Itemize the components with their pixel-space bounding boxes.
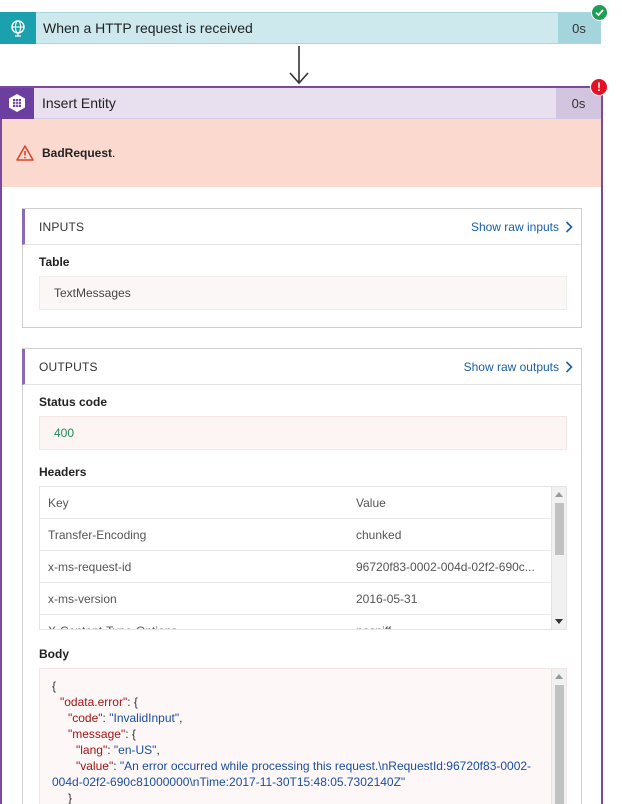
json-line: "message": { bbox=[68, 727, 136, 741]
headers-label: Headers bbox=[39, 465, 87, 479]
insert-entity-card: Insert Entity 0s BadRequest. INPUTS Show… bbox=[0, 86, 603, 804]
json-line: "code": "InvalidInput", bbox=[68, 711, 183, 725]
error-banner: BadRequest. bbox=[2, 119, 601, 187]
table-row: x-ms-version 2016-05-31 bbox=[40, 583, 552, 615]
header-value: 2016-05-31 bbox=[356, 591, 418, 606]
key-column-header: Key bbox=[48, 495, 69, 510]
scroll-up-icon[interactable] bbox=[555, 674, 563, 679]
show-raw-outputs-label: Show raw outputs bbox=[463, 359, 559, 374]
error-message: BadRequest bbox=[42, 146, 113, 160]
chevron-right-icon bbox=[565, 360, 573, 373]
table-label: Table bbox=[39, 255, 70, 269]
header-key: X-Content-Type-Options bbox=[40, 624, 356, 630]
table-row: Transfer-Encoding chunked bbox=[40, 519, 552, 551]
error-suffix: . bbox=[112, 146, 116, 160]
body-json: { "odata.error": { "code": "InvalidInput… bbox=[39, 668, 567, 804]
status-code-label: Status code bbox=[39, 395, 108, 409]
json-line: { bbox=[52, 679, 57, 693]
json-line: "value": "An error occurred while proces… bbox=[76, 759, 532, 773]
table-row: X-Content-Type-Options nosniff bbox=[40, 615, 552, 630]
table-storage-icon bbox=[0, 87, 34, 119]
scrollbar-thumb[interactable] bbox=[555, 685, 564, 804]
globe-icon bbox=[0, 12, 36, 44]
outputs-header: OUTPUTS Show raw outputs bbox=[22, 349, 581, 385]
flow-arrow-icon bbox=[289, 46, 309, 85]
trigger-title: When a HTTP request is received bbox=[43, 20, 253, 36]
inputs-header: INPUTS Show raw inputs bbox=[22, 209, 581, 245]
scroll-down-icon[interactable] bbox=[555, 619, 563, 624]
json-line: "lang": "en-US", bbox=[76, 743, 160, 757]
status-code-value: 400 bbox=[39, 416, 567, 450]
outputs-section: OUTPUTS Show raw outputs Status code 400… bbox=[22, 348, 582, 804]
trigger-card[interactable]: When a HTTP request is received 0s bbox=[0, 12, 601, 44]
table-value: TextMessages bbox=[39, 276, 567, 310]
headers-table: Key Value Transfer-Encoding chunked x-ms… bbox=[39, 486, 567, 630]
chevron-right-icon bbox=[565, 220, 573, 233]
headers-column-row: Key Value bbox=[40, 487, 552, 519]
header-key: x-ms-version bbox=[48, 591, 117, 606]
outputs-title: OUTPUTS bbox=[39, 359, 98, 374]
check-icon bbox=[591, 4, 608, 21]
show-raw-outputs-link[interactable]: Show raw outputs bbox=[464, 360, 581, 374]
show-raw-inputs-label: Show raw inputs bbox=[470, 219, 559, 234]
json-line: 004d-02f2-690c81000000\nTime:2017-11-30T… bbox=[52, 775, 406, 789]
scrollbar-thumb[interactable] bbox=[555, 503, 564, 555]
header-key: x-ms-request-id bbox=[48, 559, 132, 574]
header-value: nosniff bbox=[356, 624, 552, 630]
header-value: chunked bbox=[356, 527, 402, 542]
warning-icon bbox=[16, 145, 34, 161]
headers-scrollbar[interactable] bbox=[551, 487, 566, 629]
header-value: 96720f83-0002-004d-02f2-690c... bbox=[356, 559, 535, 574]
card-header[interactable]: Insert Entity 0s bbox=[0, 87, 601, 119]
scroll-up-icon[interactable] bbox=[555, 492, 563, 497]
body-scrollbar[interactable] bbox=[551, 669, 566, 804]
show-raw-inputs-link[interactable]: Show raw inputs bbox=[471, 220, 581, 234]
inputs-title: INPUTS bbox=[39, 219, 85, 234]
value-column-header: Value bbox=[356, 495, 386, 510]
inputs-section: INPUTS Show raw inputs Table TextMessage… bbox=[22, 208, 582, 328]
error-icon: ! bbox=[590, 78, 608, 96]
header-key: Transfer-Encoding bbox=[48, 527, 147, 542]
table-row: x-ms-request-id 96720f83-0002-004d-02f2-… bbox=[40, 551, 552, 583]
json-line: } bbox=[68, 791, 73, 804]
card-title: Insert Entity bbox=[42, 95, 116, 111]
body-label: Body bbox=[39, 647, 69, 661]
json-line: "odata.error": { bbox=[60, 695, 138, 709]
